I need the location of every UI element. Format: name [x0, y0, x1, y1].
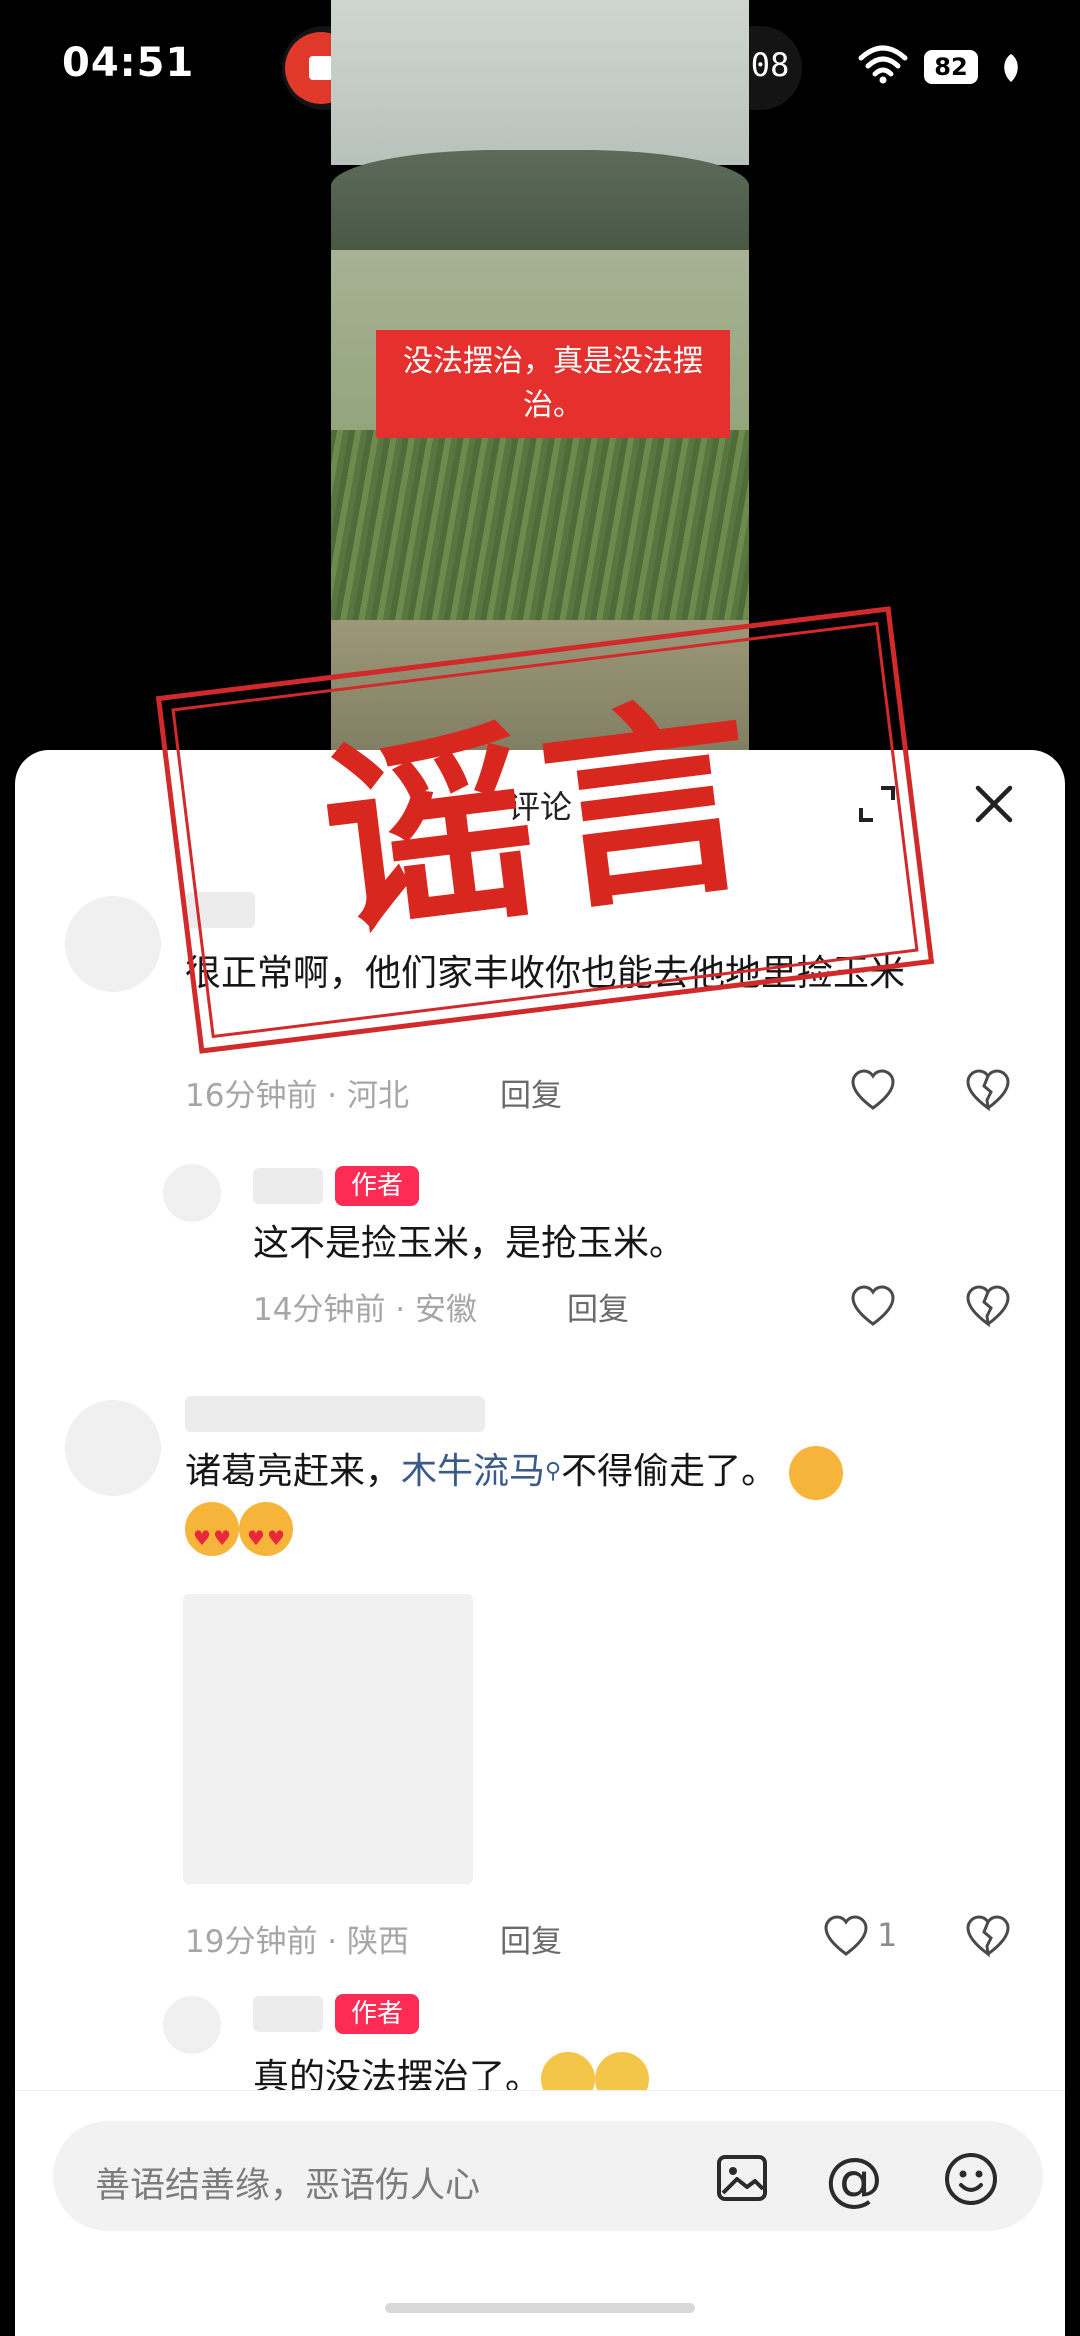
video-path: [331, 620, 749, 760]
comment-text: 这不是捡玉米，是抢玉米。: [253, 1223, 686, 1264]
image-icon[interactable]: [715, 2151, 769, 2205]
comment-location: 陕西: [347, 1924, 410, 1960]
comment-location: 安徽: [415, 1292, 478, 1328]
comment-time: 16分钟前: [185, 1078, 318, 1114]
expand-icon[interactable]: [855, 782, 899, 826]
comment-text: 很正常啊，他们家丰收你也能去他地里捡玉米: [185, 953, 906, 994]
avatar[interactable]: [163, 1996, 221, 2054]
close-icon[interactable]: [970, 780, 1018, 828]
sheet-title: 评论: [507, 788, 572, 826]
heart-icon[interactable]: [850, 1068, 896, 1114]
like-count: 1: [877, 1916, 898, 1954]
author-badge: 作者: [335, 1166, 419, 1206]
username-blurred[interactable]: [253, 1996, 323, 2032]
comment-meta: 14分钟前 · 安徽: [253, 1292, 478, 1328]
avatar[interactable]: [65, 896, 161, 992]
avatar[interactable]: [65, 1400, 161, 1496]
reply-button[interactable]: 回复: [500, 1916, 562, 1961]
avatar[interactable]: [163, 1164, 221, 1222]
heart-icon[interactable]: [850, 1284, 896, 1330]
comment-text: 诸葛亮赶来，木牛流马⚲不得偷走了。: [185, 1444, 1025, 1566]
comment-time: 19分钟前: [185, 1924, 318, 1960]
dislike-icon[interactable]: [965, 1068, 1011, 1114]
comment-time: 14分钟前: [253, 1292, 386, 1328]
heart-icon[interactable]: [823, 1914, 869, 1960]
author-badge: 作者: [335, 1994, 419, 2034]
dislike-icon[interactable]: [965, 1284, 1011, 1330]
comment-input-bar: 善语结善缘，恶语伤人心 @: [15, 2090, 1065, 2336]
comment-location: 河北: [347, 1078, 410, 1114]
home-indicator[interactable]: [385, 2303, 695, 2313]
emoji-icon[interactable]: [943, 2151, 999, 2207]
video-sky: [331, 0, 749, 165]
heart-eyes-emoji-icon: [239, 1502, 293, 1566]
dislike-icon[interactable]: [965, 1914, 1011, 1960]
clock: 04:51: [62, 40, 195, 86]
wifi-icon: [858, 45, 908, 84]
leaf-icon: [1004, 54, 1018, 82]
reply-button[interactable]: 回复: [567, 1284, 629, 1329]
search-icon[interactable]: ⚲: [545, 1459, 561, 1484]
comment-meta: 16分钟前 · 河北: [185, 1078, 410, 1114]
search-link[interactable]: 木牛流马: [401, 1451, 545, 1492]
reply-button[interactable]: 回复: [500, 1070, 562, 1115]
video-caption: 没法摆治，真是没法摆治。: [376, 330, 730, 438]
battery-indicator: 82: [924, 50, 978, 84]
username-blurred[interactable]: [253, 1168, 323, 1204]
mention-icon[interactable]: @: [825, 2145, 883, 2213]
comment-text-part: 诸葛亮赶来，: [185, 1451, 402, 1492]
laughing-emoji-icon: [788, 1446, 843, 1500]
comments-sheet: 评论 很正常啊，他们家丰收你也能去他地里捡玉米 16分钟前 · 河北 回复 作者…: [15, 750, 1065, 2336]
comment-text-part: 不得偷走了。: [561, 1451, 778, 1492]
video-player[interactable]: 没法摆治，真是没法摆治。: [331, 0, 749, 760]
video-crop: [331, 430, 749, 650]
comment-input-placeholder[interactable]: 善语结善缘，恶语伤人心: [95, 2157, 480, 2208]
username-blurred[interactable]: [185, 892, 255, 928]
comment-meta: 19分钟前 · 陕西: [185, 1924, 410, 1960]
comment-image[interactable]: [183, 1594, 473, 1884]
heart-eyes-emoji-icon: [185, 1502, 239, 1566]
username-blurred[interactable]: [185, 1396, 485, 1432]
